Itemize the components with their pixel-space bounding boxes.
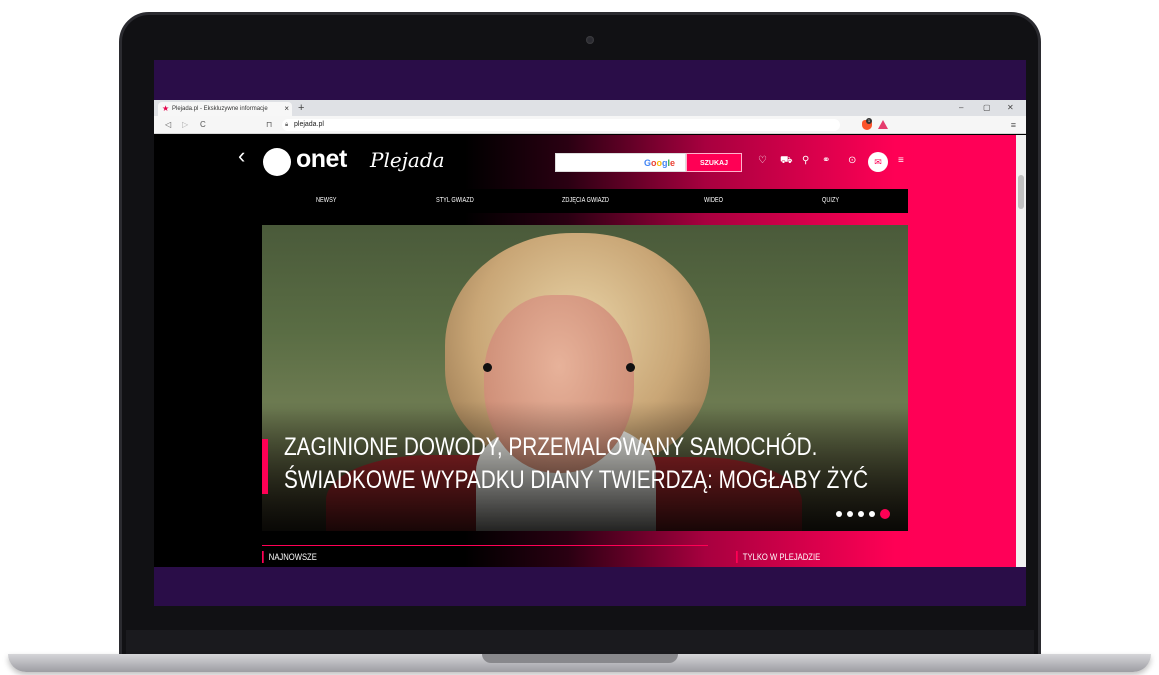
forward-button[interactable]: ▷	[182, 116, 188, 134]
nav-wideo[interactable]: WIDEO	[704, 189, 723, 213]
cart-icon[interactable]: ⛟	[780, 153, 793, 169]
section-tylko-w-plejadzie[interactable]: TYLKO W PLEJADZIE	[736, 551, 820, 563]
laptop-screen: ★ Plejada.pl - Ekskluzywne informacje × …	[154, 60, 1026, 606]
bookmark-button[interactable]: ⊓	[266, 116, 272, 134]
menu-lines-icon[interactable]: ≡	[898, 153, 904, 169]
address-bar: ◁ ▷ C ⊓ 🔒︎ plejada.pl 1 ≡	[154, 116, 1026, 134]
nav-newsy[interactable]: NEWSY	[316, 189, 337, 213]
url-text: plejada.pl	[294, 121, 324, 128]
nav-quizy[interactable]: QUIZY	[822, 189, 839, 213]
google-logo: Google	[643, 158, 675, 168]
hero-headline-line1: ZAGINIONE DOWODY, PRZEMALOWANY SAMOCHÓD.	[284, 433, 818, 461]
shields-count-badge: 1	[866, 118, 872, 124]
hero-headline[interactable]: ZAGINIONE DOWODY, PRZEMALOWANY SAMOCHÓD.…	[284, 431, 868, 497]
hero-photo-earring	[626, 363, 635, 372]
heart-icon[interactable]: ♡	[758, 153, 767, 169]
hero-photo-earring	[483, 363, 492, 372]
url-field[interactable]: 🔒︎ plejada.pl	[282, 119, 840, 131]
section-najnowsze[interactable]: NAJNOWSZE	[262, 551, 317, 563]
nav-styl-gwiazd[interactable]: STYL GWIAZD	[436, 189, 474, 213]
hero-slider[interactable]: ZAGINIONE DOWODY, PRZEMALOWANY SAMOCHÓD.…	[262, 225, 908, 531]
reload-button[interactable]: C	[200, 116, 206, 134]
play-icon[interactable]: ⊙	[848, 153, 856, 169]
web-page: ‹ onet Plejada Google SZUKAJ ♡ ⛟ ⚲ ⚭ ⊙ ✉…	[154, 135, 1016, 567]
minimize-button[interactable]: –	[959, 100, 963, 116]
hero-headline-line2: ŚWIADKOWE WYPADKU DIANY TWIERDZĄ: MOGŁAB…	[284, 466, 869, 494]
page-scrollbar[interactable]	[1016, 135, 1026, 567]
slider-dots	[836, 505, 895, 523]
laptop-base-notch	[482, 654, 678, 663]
onet-logo-icon[interactable]	[263, 148, 291, 176]
star-favicon-icon: ★	[162, 104, 170, 113]
slider-dot-active[interactable]	[880, 508, 890, 519]
motorbike-icon[interactable]: ⚭	[822, 153, 830, 169]
slider-dot[interactable]	[869, 510, 875, 517]
site-nav: NEWSY STYL GWIAZD ZDJĘCIA GWIAZD WIDEO Q…	[262, 189, 908, 213]
tab-plejada[interactable]: ★ Plejada.pl - Ekskluzywne informacje ×	[158, 102, 292, 116]
location-pin-icon[interactable]: ⚲	[802, 153, 809, 169]
headline-accent-bar	[262, 439, 268, 494]
slider-dot[interactable]	[836, 510, 842, 517]
close-tab-icon[interactable]: ×	[284, 102, 289, 116]
back-arrow-icon[interactable]: ‹	[238, 145, 245, 167]
tab-title: Plejada.pl - Ekskluzywne informacje	[172, 106, 268, 112]
search-button[interactable]: SZUKAJ	[686, 153, 742, 172]
slider-dot[interactable]	[847, 510, 853, 517]
slider-dot[interactable]	[858, 510, 864, 517]
browser-window: ★ Plejada.pl - Ekskluzywne informacje × …	[154, 100, 1026, 567]
webcam	[586, 36, 594, 44]
brave-rewards-icon[interactable]	[878, 120, 888, 129]
search-input[interactable]: Google	[555, 153, 686, 172]
section-divider	[262, 545, 708, 546]
nav-zdjecia-gwiazd[interactable]: ZDJĘCIA GWIAZD	[562, 189, 609, 213]
close-window-button[interactable]: ✕	[1007, 100, 1014, 116]
new-tab-button[interactable]: +	[298, 100, 304, 116]
lock-icon: 🔒︎	[285, 122, 289, 128]
mail-icon[interactable]: ✉	[868, 152, 888, 172]
plejada-logo-text[interactable]: Plejada	[370, 148, 445, 172]
maximize-button[interactable]: ▢	[983, 100, 991, 116]
onet-logo-text[interactable]: onet	[296, 145, 347, 173]
tab-strip: ★ Plejada.pl - Ekskluzywne informacje × …	[154, 100, 1026, 116]
browser-menu-button[interactable]: ≡	[1011, 116, 1016, 134]
back-button[interactable]: ◁	[165, 116, 171, 134]
scrollbar-thumb[interactable]	[1018, 175, 1024, 209]
